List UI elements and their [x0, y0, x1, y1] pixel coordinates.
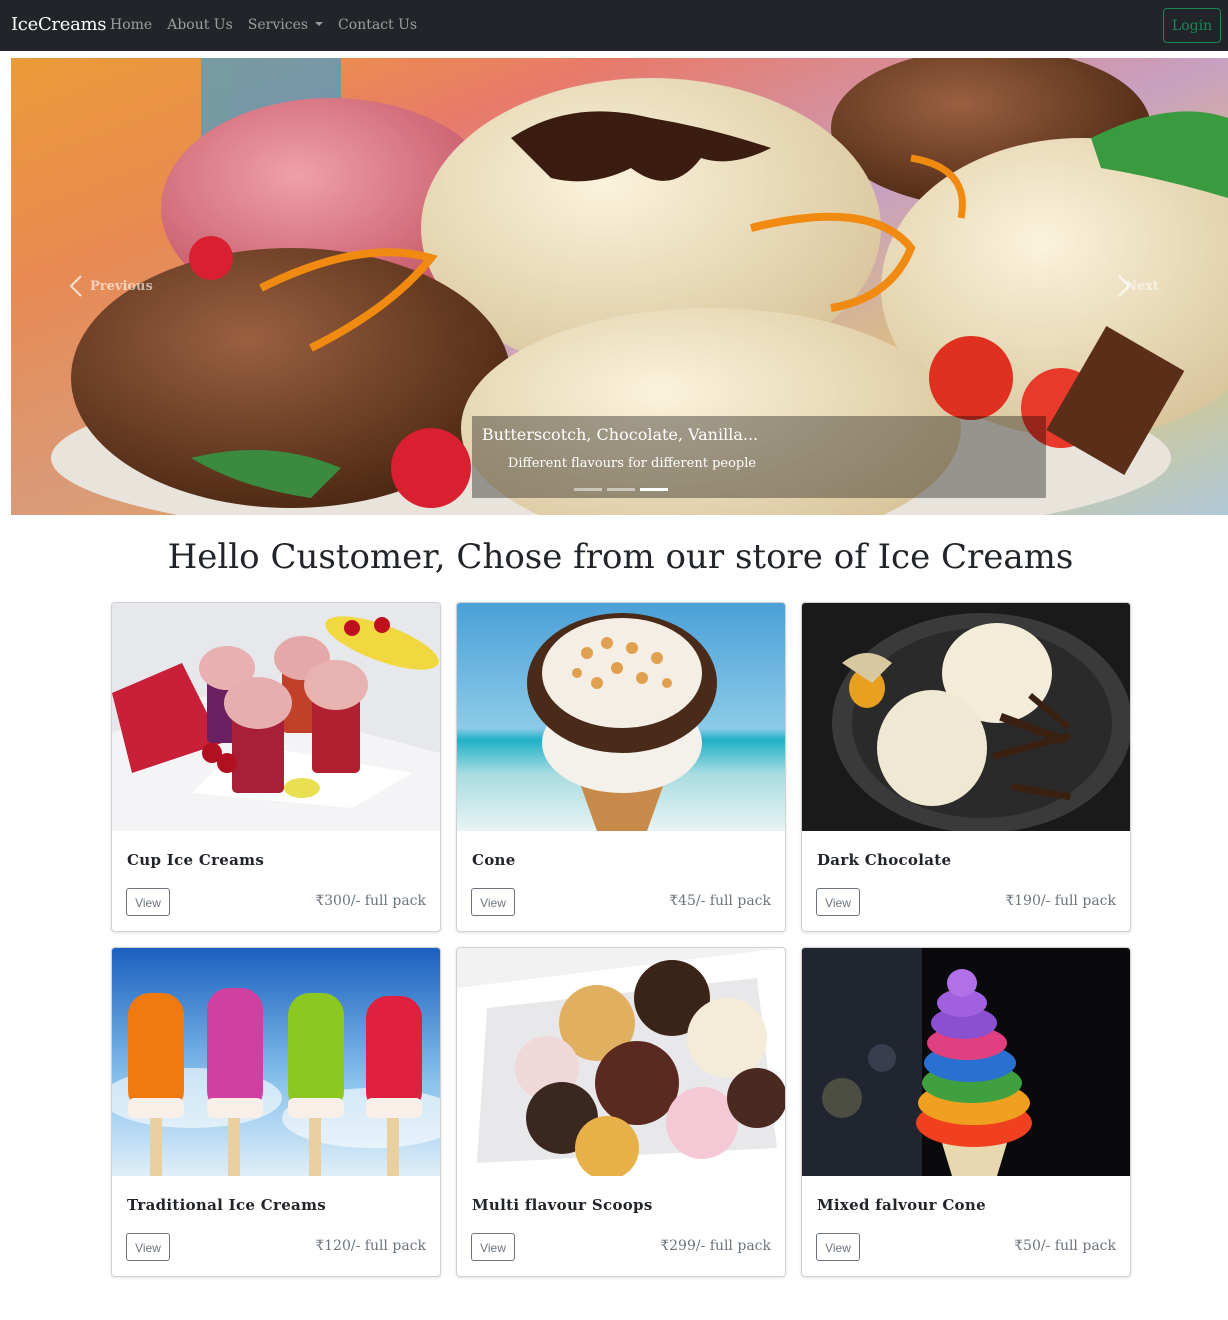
login-button[interactable]: Login — [1163, 8, 1221, 43]
product-title: Dark Chocolate — [817, 851, 952, 869]
view-button[interactable]: View — [471, 1233, 515, 1261]
carousel-caption-text: Different flavours for different people — [507, 456, 757, 471]
product-price: ₹45/- full pack — [669, 893, 771, 909]
view-button[interactable]: View — [816, 888, 860, 916]
product-card: Multi flavour Scoops View ₹299/- full pa… — [456, 947, 786, 1277]
carousel-next-button[interactable]: Next — [1117, 274, 1159, 298]
brand-logo[interactable]: IceCreams — [11, 14, 107, 35]
navbar: IceCreams Home About Us Services Contact… — [0, 0, 1228, 51]
carousel-indicator-1[interactable] — [574, 488, 602, 491]
carousel-indicator-2[interactable] — [607, 488, 635, 491]
product-image-dark-chocolate — [802, 603, 1130, 831]
view-button[interactable]: View — [471, 888, 515, 916]
nav-link-about[interactable]: About Us — [167, 17, 233, 33]
nav-links: Home About Us Services Contact Us — [110, 17, 432, 33]
view-button[interactable]: View — [126, 1233, 170, 1261]
carousel-prev-label: Previous — [90, 278, 153, 294]
product-price: ₹190/- full pack — [1005, 893, 1116, 909]
page-title: Hello Customer, Chose from our store of … — [167, 537, 1074, 577]
product-price: ₹50/- full pack — [1014, 1238, 1116, 1254]
product-card: Dark Chocolate View ₹190/- full pack — [801, 602, 1131, 932]
product-card: Cup Ice Creams View ₹300/- full pack — [111, 602, 441, 932]
carousel-caption: Butterscotch, Chocolate, Vanilla... Diff… — [472, 416, 1046, 498]
product-card: Traditional Ice Creams View ₹120/- full … — [111, 947, 441, 1277]
carousel-next-label: Next — [1125, 278, 1159, 294]
product-title: Cone — [472, 851, 516, 869]
product-image-mixed-flavour-cone — [802, 948, 1130, 1176]
product-title: Traditional Ice Creams — [127, 1196, 326, 1214]
carousel-prev-button[interactable]: Previous — [69, 274, 153, 298]
product-price: ₹300/- full pack — [315, 893, 426, 909]
product-image-cup-ice-creams — [112, 603, 440, 831]
product-title: Mixed falvour Cone — [817, 1196, 986, 1214]
carousel-caption-title: Butterscotch, Chocolate, Vanilla... — [481, 425, 759, 444]
product-price: ₹120/- full pack — [315, 1238, 426, 1254]
nav-link-home[interactable]: Home — [110, 17, 152, 33]
product-image-traditional-ice-creams — [112, 948, 440, 1176]
caret-down-icon — [315, 22, 324, 26]
product-card: Mixed falvour Cone View ₹50/- full pack — [801, 947, 1131, 1277]
product-card: Cone View ₹45/- full pack — [456, 602, 786, 932]
carousel-indicators — [574, 488, 668, 491]
nav-link-contact[interactable]: Contact Us — [338, 17, 417, 33]
view-button[interactable]: View — [816, 1233, 860, 1261]
nav-link-services-label: Services — [247, 17, 309, 33]
carousel-indicator-3[interactable] — [640, 488, 668, 491]
product-image-cone — [457, 603, 785, 831]
product-image-multi-flavour-scoops — [457, 948, 785, 1176]
product-price: ₹299/- full pack — [660, 1238, 771, 1254]
product-title: Cup Ice Creams — [127, 851, 265, 869]
product-title: Multi flavour Scoops — [472, 1196, 653, 1214]
view-button[interactable]: View — [126, 888, 170, 916]
nav-dropdown-services[interactable]: Services — [247, 17, 324, 33]
hero-carousel: Previous Next Butterscotch, Chocolate, V… — [11, 58, 1228, 515]
chevron-left-icon — [69, 275, 82, 297]
